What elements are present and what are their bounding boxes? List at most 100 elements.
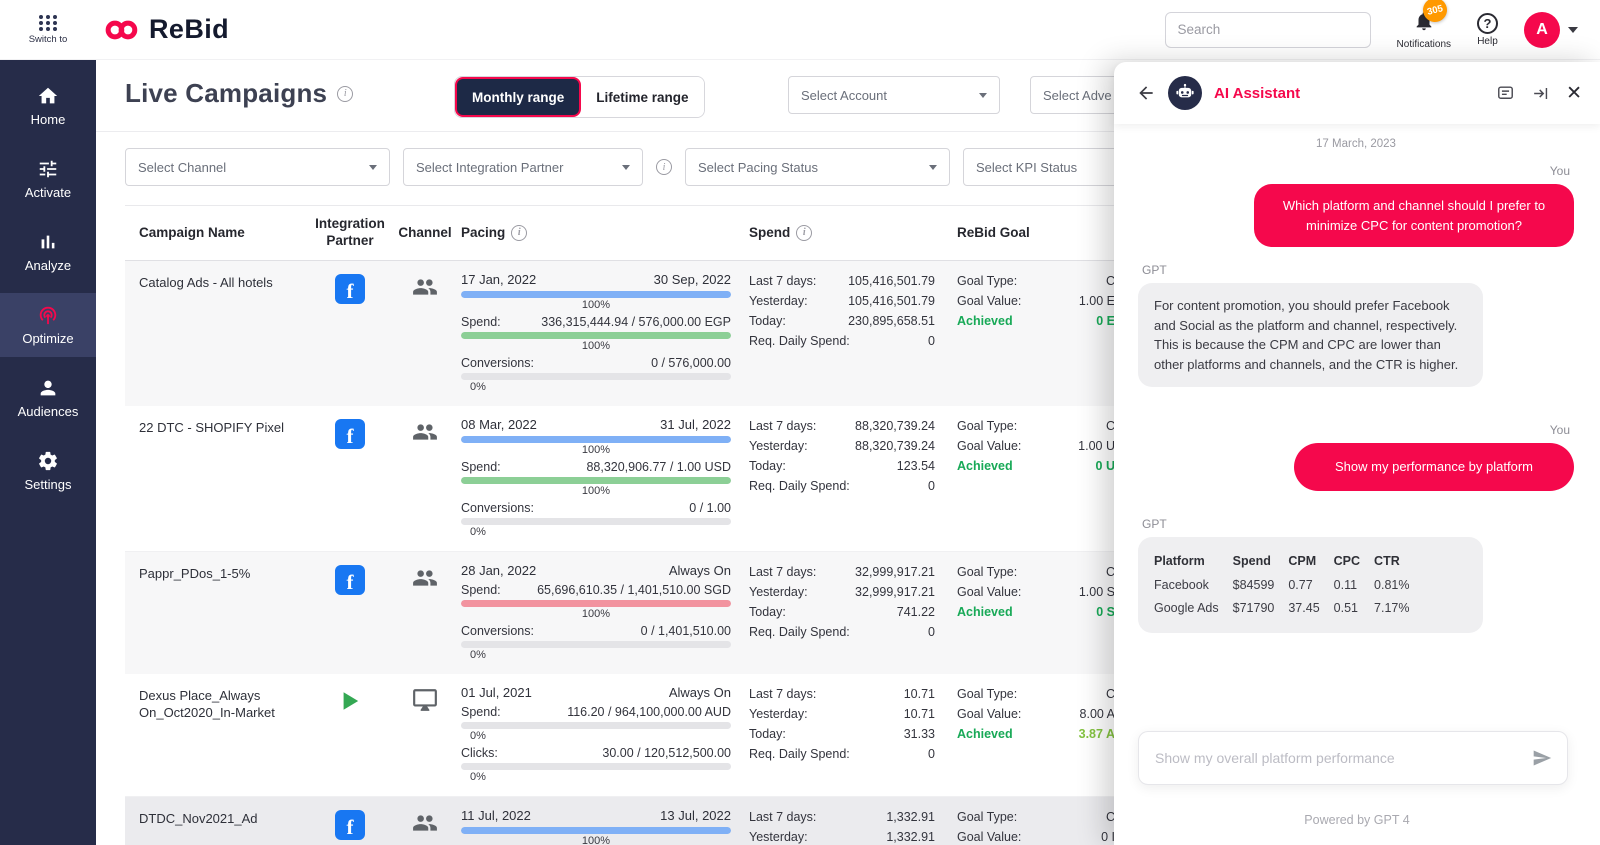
progress-bar [461, 517, 731, 525]
chat-date: 17 March, 2023 [1316, 138, 1396, 150]
monthly-range-button[interactable]: Monthly range [455, 77, 582, 117]
sidebar-item-audiences[interactable]: Audiences [0, 366, 96, 430]
user-message: Show my performance by platform [1294, 443, 1574, 491]
facebook-icon: f [335, 564, 365, 595]
lifetime-range-button[interactable]: Lifetime range [581, 77, 704, 117]
pacing-cell: 17 Jan, 2022 30 Sep, 2022 100% Spend: 336,… [461, 271, 731, 393]
google-ads-icon [343, 692, 359, 710]
notifications-button[interactable]: 305 Notifications [1397, 0, 1451, 50]
goal-status: Achieved [957, 604, 1013, 619]
chevron-down-icon [929, 164, 937, 170]
search-input[interactable] [1164, 11, 1371, 48]
bar-chart-icon [41, 235, 55, 249]
chevron-down-icon [622, 164, 630, 170]
gpt-message: For content promotion, you should prefer… [1138, 283, 1483, 387]
select-integration-partner-dropdown[interactable]: Select Integration Partner [403, 148, 643, 186]
robot-avatar-icon [1168, 76, 1202, 110]
page-title: Live Campaigns [125, 78, 328, 108]
progress-bar [461, 599, 731, 607]
select-channel-dropdown[interactable]: Select Channel [125, 148, 390, 186]
progress-bar [461, 372, 731, 380]
pacing-cell: 28 Jan, 2022 Always On Spend: 65,696,610.3… [461, 562, 731, 661]
display-channel-icon [413, 688, 437, 711]
range-toggle: Monthly range Lifetime range [454, 76, 705, 118]
col-rebid-goal: ReBid Goal [957, 225, 1030, 241]
integration-info-icon[interactable]: i [656, 159, 672, 175]
help-label: Help [1477, 35, 1498, 47]
sidebar-item-settings[interactable]: Settings [0, 439, 96, 503]
facebook-icon: f [335, 418, 365, 449]
spend-cell: Last 7 days: 105,416,501.79 Yesterday: 105… [749, 273, 935, 348]
help-button[interactable]: ? Help [1477, 12, 1498, 47]
avatar: A [1524, 11, 1560, 48]
home-icon [38, 87, 58, 104]
filter-row: Select Channel Select Integration Partne… [125, 148, 1198, 186]
pacing-cell: 08 Mar, 2022 31 Jul, 2022 100% Spend: 88,3… [461, 416, 731, 538]
social-channel-icon [413, 424, 437, 440]
help-icon: ? [1477, 12, 1498, 34]
gear-icon [39, 451, 57, 471]
sidebar-item-analyze[interactable]: Analyze [0, 220, 96, 284]
chevron-down-icon [369, 164, 377, 170]
ai-assistant-header: AI Assistant ✕ [1114, 62, 1600, 124]
progress-bar [461, 476, 731, 484]
col-pacing: Pacing [461, 225, 506, 241]
col-campaign-name: Campaign Name [139, 225, 245, 241]
ai-assistant-panel: AI Assistant ✕ 17 March, 2023 You Which … [1114, 62, 1600, 845]
rebid-logo-icon [105, 20, 138, 39]
select-account-label: Select Account [801, 87, 887, 103]
spend-cell: Last 7 days: 1,332.91 Yesterday: 1,332.91 … [749, 809, 935, 844]
goal-status: Achieved [957, 458, 1013, 473]
campaign-name: Catalog Ads - All hotels [139, 274, 273, 290]
goal-status: Achieved [957, 313, 1013, 328]
switch-to-button[interactable]: Switch to [0, 14, 96, 45]
col-integration-partner: Integration Partner [315, 216, 385, 248]
pacing-cell: 01 Jul, 2021 Always On Spend: 116.20 / 964… [461, 684, 731, 783]
powered-by-label: Powered by GPT 4 [1304, 813, 1410, 827]
collapse-panel-icon[interactable] [1531, 84, 1550, 103]
facebook-icon: f [335, 809, 365, 840]
select-pacing-label: Select Pacing Status [698, 159, 818, 175]
ai-assistant-title: AI Assistant [1214, 84, 1301, 102]
apps-grid-icon [38, 14, 58, 31]
sidebar-item-label: Activate [24, 185, 72, 200]
spend-cell: Last 7 days: 10.71 Yesterday: 10.71 Today:… [749, 686, 935, 761]
send-icon[interactable] [1532, 748, 1552, 768]
select-account-dropdown[interactable]: Select Account [788, 76, 1000, 114]
account-menu[interactable]: A [1524, 11, 1578, 48]
performance-table: Platform Spend CPM CPC CTR Facebook $845… [1154, 550, 1424, 620]
progress-bar [461, 826, 731, 834]
campaign-name: DTDC_Nov2021_Ad [139, 810, 258, 826]
select-integration-label: Select Integration Partner [416, 159, 564, 175]
sidebar-item-label: Audiences [17, 404, 79, 419]
goal-status: Achieved [957, 726, 1013, 741]
col-channel: Channel [398, 225, 452, 241]
chat-input-wrap [1138, 731, 1568, 785]
spend-info-icon[interactable]: i [796, 224, 813, 241]
goal-cell: Goal Type: C Goal Value: 1.00 U Achieved 0 … [957, 418, 1115, 473]
pacing-info-icon[interactable]: i [511, 224, 528, 241]
social-channel-icon [413, 279, 437, 295]
sidebar-item-optimize[interactable]: Optimize [0, 293, 96, 357]
select-pacing-status-dropdown[interactable]: Select Pacing Status [685, 148, 950, 186]
gpt-table-message: Platform Spend CPM CPC CTR Facebook $845… [1138, 536, 1483, 633]
progress-bar [461, 640, 731, 648]
back-arrow-icon[interactable] [1136, 83, 1156, 103]
conversations-icon[interactable] [1496, 84, 1515, 103]
chevron-down-icon [979, 92, 987, 98]
spend-cell: Last 7 days: 32,999,917.21 Yesterday: 32,9… [749, 564, 935, 639]
chat-input[interactable] [1138, 731, 1568, 785]
title-info-icon[interactable]: i [337, 85, 354, 102]
select-kpi-label: Select KPI Status [976, 159, 1078, 175]
sidebar-item-activate[interactable]: Activate [0, 147, 96, 211]
pacing-cell: 11 Jul, 202213 Jul, 2022 100% Spend:1,44… [461, 807, 731, 845]
campaign-name: 22 DTC - SHOPIFY Pixel [139, 419, 284, 435]
sidebar-item-label: Analyze [24, 258, 72, 273]
close-icon[interactable]: ✕ [1566, 84, 1582, 103]
progress-bar [461, 435, 731, 443]
broadcast-icon [39, 306, 57, 325]
sidebar-item-home[interactable]: Home [0, 74, 96, 138]
progress-bar [461, 721, 731, 729]
user-message: Which platform and channel should I pref… [1254, 184, 1574, 247]
social-channel-icon [413, 815, 437, 831]
